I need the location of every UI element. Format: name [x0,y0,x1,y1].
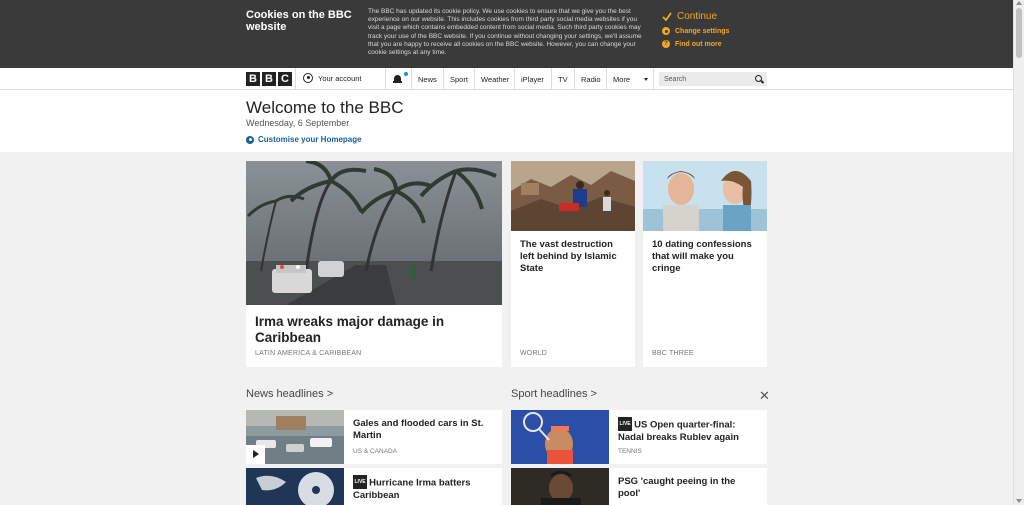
headline-image-player [511,468,609,505]
logo-letter: B [246,72,260,86]
headline-image-flood [246,410,344,464]
logo-letter: C [278,72,292,86]
customise-homepage-link[interactable]: Customise your Homepage [246,135,362,144]
find-out-more-link[interactable]: ? Find out more [662,39,802,49]
notifications-bell-icon[interactable] [393,72,408,84]
gear-icon [662,27,670,35]
scroll-thumb[interactable] [1016,8,1022,58]
continue-label: Continue [677,10,718,22]
headline-title[interactable]: LIVE Hurricane Irma batters Caribbean [353,475,493,502]
page-title: Welcome to the BBC [246,98,404,117]
notification-dot-icon [404,72,408,76]
scroll-down-arrow-icon[interactable] [1016,499,1022,503]
story-card[interactable]: The vast destruction left behind by Isla… [511,161,635,367]
nav-divider [574,68,575,90]
story-tag[interactable]: WORLD [520,350,547,357]
headline-tag[interactable]: TENNIS [618,448,642,455]
headline-title[interactable]: LIVE US Open quarter-final: Nadal breaks … [618,417,758,444]
close-icon[interactable]: ✕ [759,388,770,404]
story-title[interactable]: 10 dating confessions that will make you… [652,239,760,275]
headline-image-tennis [511,410,609,464]
story-image-destruction [511,161,635,231]
cookie-title: Cookies on the BBC website [246,9,352,33]
headline-title[interactable]: Gales and flooded cars in St. Martin [353,418,493,442]
nav-divider [474,68,475,90]
story-card[interactable]: Irma wreaks major damage in Caribbean LA… [246,161,502,367]
user-icon [303,73,313,83]
search-input[interactable]: Search [659,72,767,86]
continue-button[interactable]: Continue [662,9,802,23]
nav-sport[interactable]: Sport [450,75,468,84]
story-title[interactable]: The vast destruction left behind by Isla… [520,239,628,275]
find-out-more-label: Find out more [675,40,722,48]
change-settings-link[interactable]: Change settings [662,26,802,36]
sport-headline-item[interactable]: PSG 'caught peeing in the pool' [511,468,767,505]
nav-divider [295,68,296,90]
sport-headlines-link[interactable]: Sport headlines > [511,388,597,400]
headline-image-satellite [246,468,344,505]
nav-divider [385,68,386,90]
page-scrollbar[interactable] [1013,0,1024,505]
change-settings-label: Change settings [675,27,730,35]
story-tag[interactable]: BBC THREE [652,350,694,357]
nav-iplayer[interactable]: iPlayer [521,75,544,84]
cookie-actions: Continue Change settings ? Find out more [662,9,802,49]
page-date: Wednesday, 6 September [246,118,350,128]
cookie-banner: Cookies on the BBC website The BBC has u… [0,0,1013,68]
nav-divider [514,68,515,90]
news-headline-item[interactable]: Gales and flooded cars in St. Martin US … [246,410,502,464]
chevron-down-icon[interactable] [644,78,648,81]
headline-tag[interactable]: US & CANADA [353,448,397,455]
nav-divider [411,68,412,90]
play-icon[interactable] [246,445,265,464]
live-badge: LIVE [353,475,368,489]
nav-divider [443,68,444,90]
headline-title-text: Hurricane Irma batters Caribbean [353,477,471,501]
story-card[interactable]: 10 dating confessions that will make you… [643,161,767,367]
headline-title-text: US Open quarter-final: Nadal breaks Rubl… [618,419,739,443]
live-badge: LIVE [618,417,633,431]
nav-news[interactable]: News [418,75,437,84]
story-tag[interactable]: LATIN AMERICA & CARIBBEAN [255,350,361,357]
nav-radio[interactable]: Radio [581,75,601,84]
bbc-logo[interactable]: B B C [246,72,292,86]
top-navigation: B B C Your account News Sport Weather iP… [0,68,1013,90]
scroll-up-arrow-icon[interactable] [1016,1,1022,5]
nav-weather[interactable]: Weather [481,75,509,84]
checkmark-icon [662,11,672,21]
news-headline-item[interactable]: LIVE Hurricane Irma batters Caribbean [246,468,502,505]
search-icon[interactable] [755,75,762,82]
news-headlines-link[interactable]: News headlines > [246,388,333,400]
help-icon: ? [662,40,670,48]
nav-divider [551,68,552,90]
gear-icon [246,135,254,144]
nav-tv[interactable]: TV [558,75,568,84]
account-label: Your account [318,73,362,83]
nav-divider [606,68,607,90]
your-account-link[interactable]: Your account [303,73,362,83]
headline-title[interactable]: PSG 'caught peeing in the pool' [618,476,758,500]
story-image-couple [643,161,767,231]
customise-label: Customise your Homepage [258,135,362,144]
logo-letter: B [262,72,276,86]
sport-headline-item[interactable]: LIVE US Open quarter-final: Nadal breaks … [511,410,767,464]
story-image-hurricane [246,161,502,305]
story-title[interactable]: Irma wreaks major damage in Caribbean [255,314,475,346]
cookie-text: The BBC has updated its cookie policy. W… [368,8,642,57]
search-placeholder: Search [664,75,687,83]
nav-more[interactable]: More [613,75,630,84]
nav-divider [653,68,654,90]
welcome-section: Welcome to the BBC Wednesday, 6 Septembe… [0,90,1013,152]
